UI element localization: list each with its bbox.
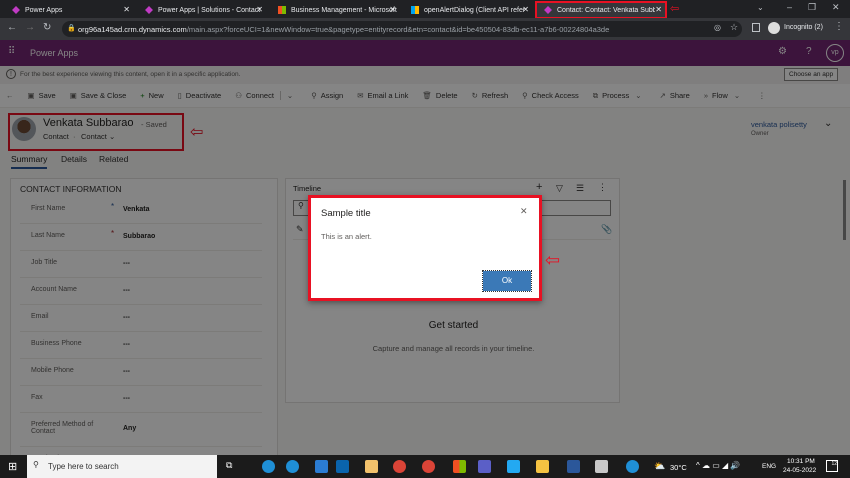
power-apps-icon xyxy=(12,6,20,14)
dialog-title: Sample title xyxy=(321,208,371,219)
help-app-icon[interactable] xyxy=(626,460,639,473)
task-view-icon[interactable]: ⧉ xyxy=(226,460,232,471)
tray-icons[interactable]: ^ ☁ ▭ ◢ 🔊 xyxy=(696,461,740,470)
forward-icon[interactable]: → xyxy=(25,22,35,33)
notifications-icon[interactable]: 12 xyxy=(826,460,838,472)
company-portal-icon[interactable] xyxy=(315,460,328,473)
dialog-close-icon[interactable]: ✕ xyxy=(520,206,528,217)
microsoft-icon xyxy=(278,6,286,14)
store-icon[interactable] xyxy=(453,460,466,473)
lock-icon: 🔒 xyxy=(67,25,76,32)
snipping-icon[interactable] xyxy=(595,460,608,473)
url-input[interactable]: 🔒 org96a145ad.crm.dynamics.com/main.aspx?… xyxy=(62,21,742,37)
address-bar-row: ← → ↻ 🔒 org96a145ad.crm.dynamics.com/main… xyxy=(0,18,850,40)
profile-button[interactable]: Incognito (2) xyxy=(784,24,823,31)
red-arrow-annotation-icon: ⇦ xyxy=(545,250,561,270)
microsoft-icon xyxy=(411,6,419,14)
close-window-icon[interactable]: ✕ xyxy=(832,2,840,13)
chrome-icon[interactable] xyxy=(393,460,406,473)
dialog-message: This is an alert. xyxy=(321,232,372,241)
browser-tab-active[interactable]: Contact: Contact: Venkata Subbarao✕ xyxy=(535,1,667,19)
tab-search-icon[interactable]: ⌄ xyxy=(757,3,764,12)
power-apps-icon xyxy=(544,6,552,14)
weather-icon: ⛅ xyxy=(654,461,666,471)
browser-tab[interactable]: openAlertDialog (Client API refer ✕ xyxy=(403,2,533,18)
edge-icon[interactable] xyxy=(262,460,275,473)
red-arrow-annotation-icon: ⇦ xyxy=(670,3,680,15)
reload-icon[interactable]: ↻ xyxy=(43,22,51,33)
browser-tab[interactable]: Power Apps ✕ xyxy=(4,2,134,18)
close-tab-icon[interactable]: ✕ xyxy=(389,5,396,14)
taskbar-search-input[interactable]: ⚲ Type here to search xyxy=(27,455,217,478)
search-icon: ⚲ xyxy=(33,460,39,469)
teams-icon[interactable] xyxy=(478,460,491,473)
browser-tab[interactable]: Business Management - Microsoft ✕ xyxy=(270,2,400,18)
taskbar: ⊞ ⚲ Type here to search ⧉ ⛅ 30°C ^ ☁ ▭ ◢ … xyxy=(0,455,850,478)
minimize-icon[interactable]: – xyxy=(787,2,792,12)
vscode-icon[interactable] xyxy=(507,460,520,473)
close-tab-icon[interactable]: ✕ xyxy=(123,5,130,14)
menu-icon[interactable]: ⋮ xyxy=(834,21,844,32)
incognito-icon xyxy=(768,22,780,34)
close-tab-icon[interactable]: ✕ xyxy=(655,5,662,14)
bookmark-star-icon[interactable]: ☆ xyxy=(730,22,738,33)
chrome-icon[interactable] xyxy=(422,460,435,473)
back-icon[interactable]: ← xyxy=(7,22,17,33)
browser-tab[interactable]: Power Apps | Solutions - Contact ✕ xyxy=(137,2,267,18)
word-icon[interactable] xyxy=(567,460,580,473)
side-panel-icon[interactable] xyxy=(752,23,760,32)
language-indicator[interactable]: ENG xyxy=(762,463,776,470)
alert-dialog: Sample title ✕ This is an alert. Ok xyxy=(308,195,542,301)
tracking-icon[interactable]: ◎ xyxy=(714,23,721,32)
edge-icon[interactable] xyxy=(286,460,299,473)
file-explorer-icon[interactable] xyxy=(536,460,549,473)
weather-text[interactable]: 30°C xyxy=(670,463,687,472)
restore-icon[interactable]: ❐ xyxy=(808,2,816,13)
mail-icon[interactable] xyxy=(365,460,378,473)
close-tab-icon[interactable]: ✕ xyxy=(256,5,263,14)
clock-time[interactable]: 10:31 PM xyxy=(787,458,815,465)
windows-start-icon[interactable]: ⊞ xyxy=(8,460,17,473)
browser-tab-strip: Power Apps ✕ Power Apps | Solutions - Con… xyxy=(0,0,850,19)
ok-button[interactable]: Ok xyxy=(482,270,532,292)
close-tab-icon[interactable]: ✕ xyxy=(522,5,529,14)
power-apps-icon xyxy=(145,6,153,14)
outlook-icon[interactable] xyxy=(336,460,349,473)
clock-date[interactable]: 24-05-2022 xyxy=(783,467,816,474)
